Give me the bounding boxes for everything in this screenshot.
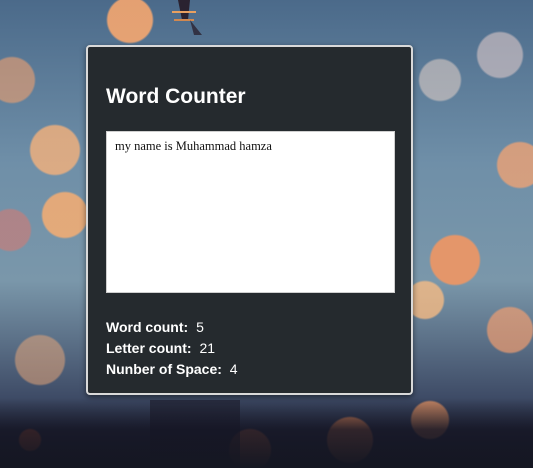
letter-count-value: 21 [199,340,216,356]
text-input[interactable]: my name is Muhammad hamza [106,131,395,293]
word-count-row: Word count: 5 [106,317,238,338]
word-counter-panel: Word Counter my name is Muhammad hamza W… [86,45,413,395]
stats-panel: Word count: 5 Letter count: 21 Nunber of… [106,317,238,380]
city-skyline [0,398,533,468]
letter-count-label: Letter count: [106,340,192,356]
space-count-row: Nunber of Space: 4 [106,359,238,380]
space-count-value: 4 [229,361,238,377]
letter-count-row: Letter count: 21 [106,338,238,359]
space-count-label: Nunber of Space: [106,361,222,377]
word-count-value: 5 [196,319,204,335]
app-title: Word Counter [106,85,246,108]
word-count-label: Word count: [106,319,189,335]
